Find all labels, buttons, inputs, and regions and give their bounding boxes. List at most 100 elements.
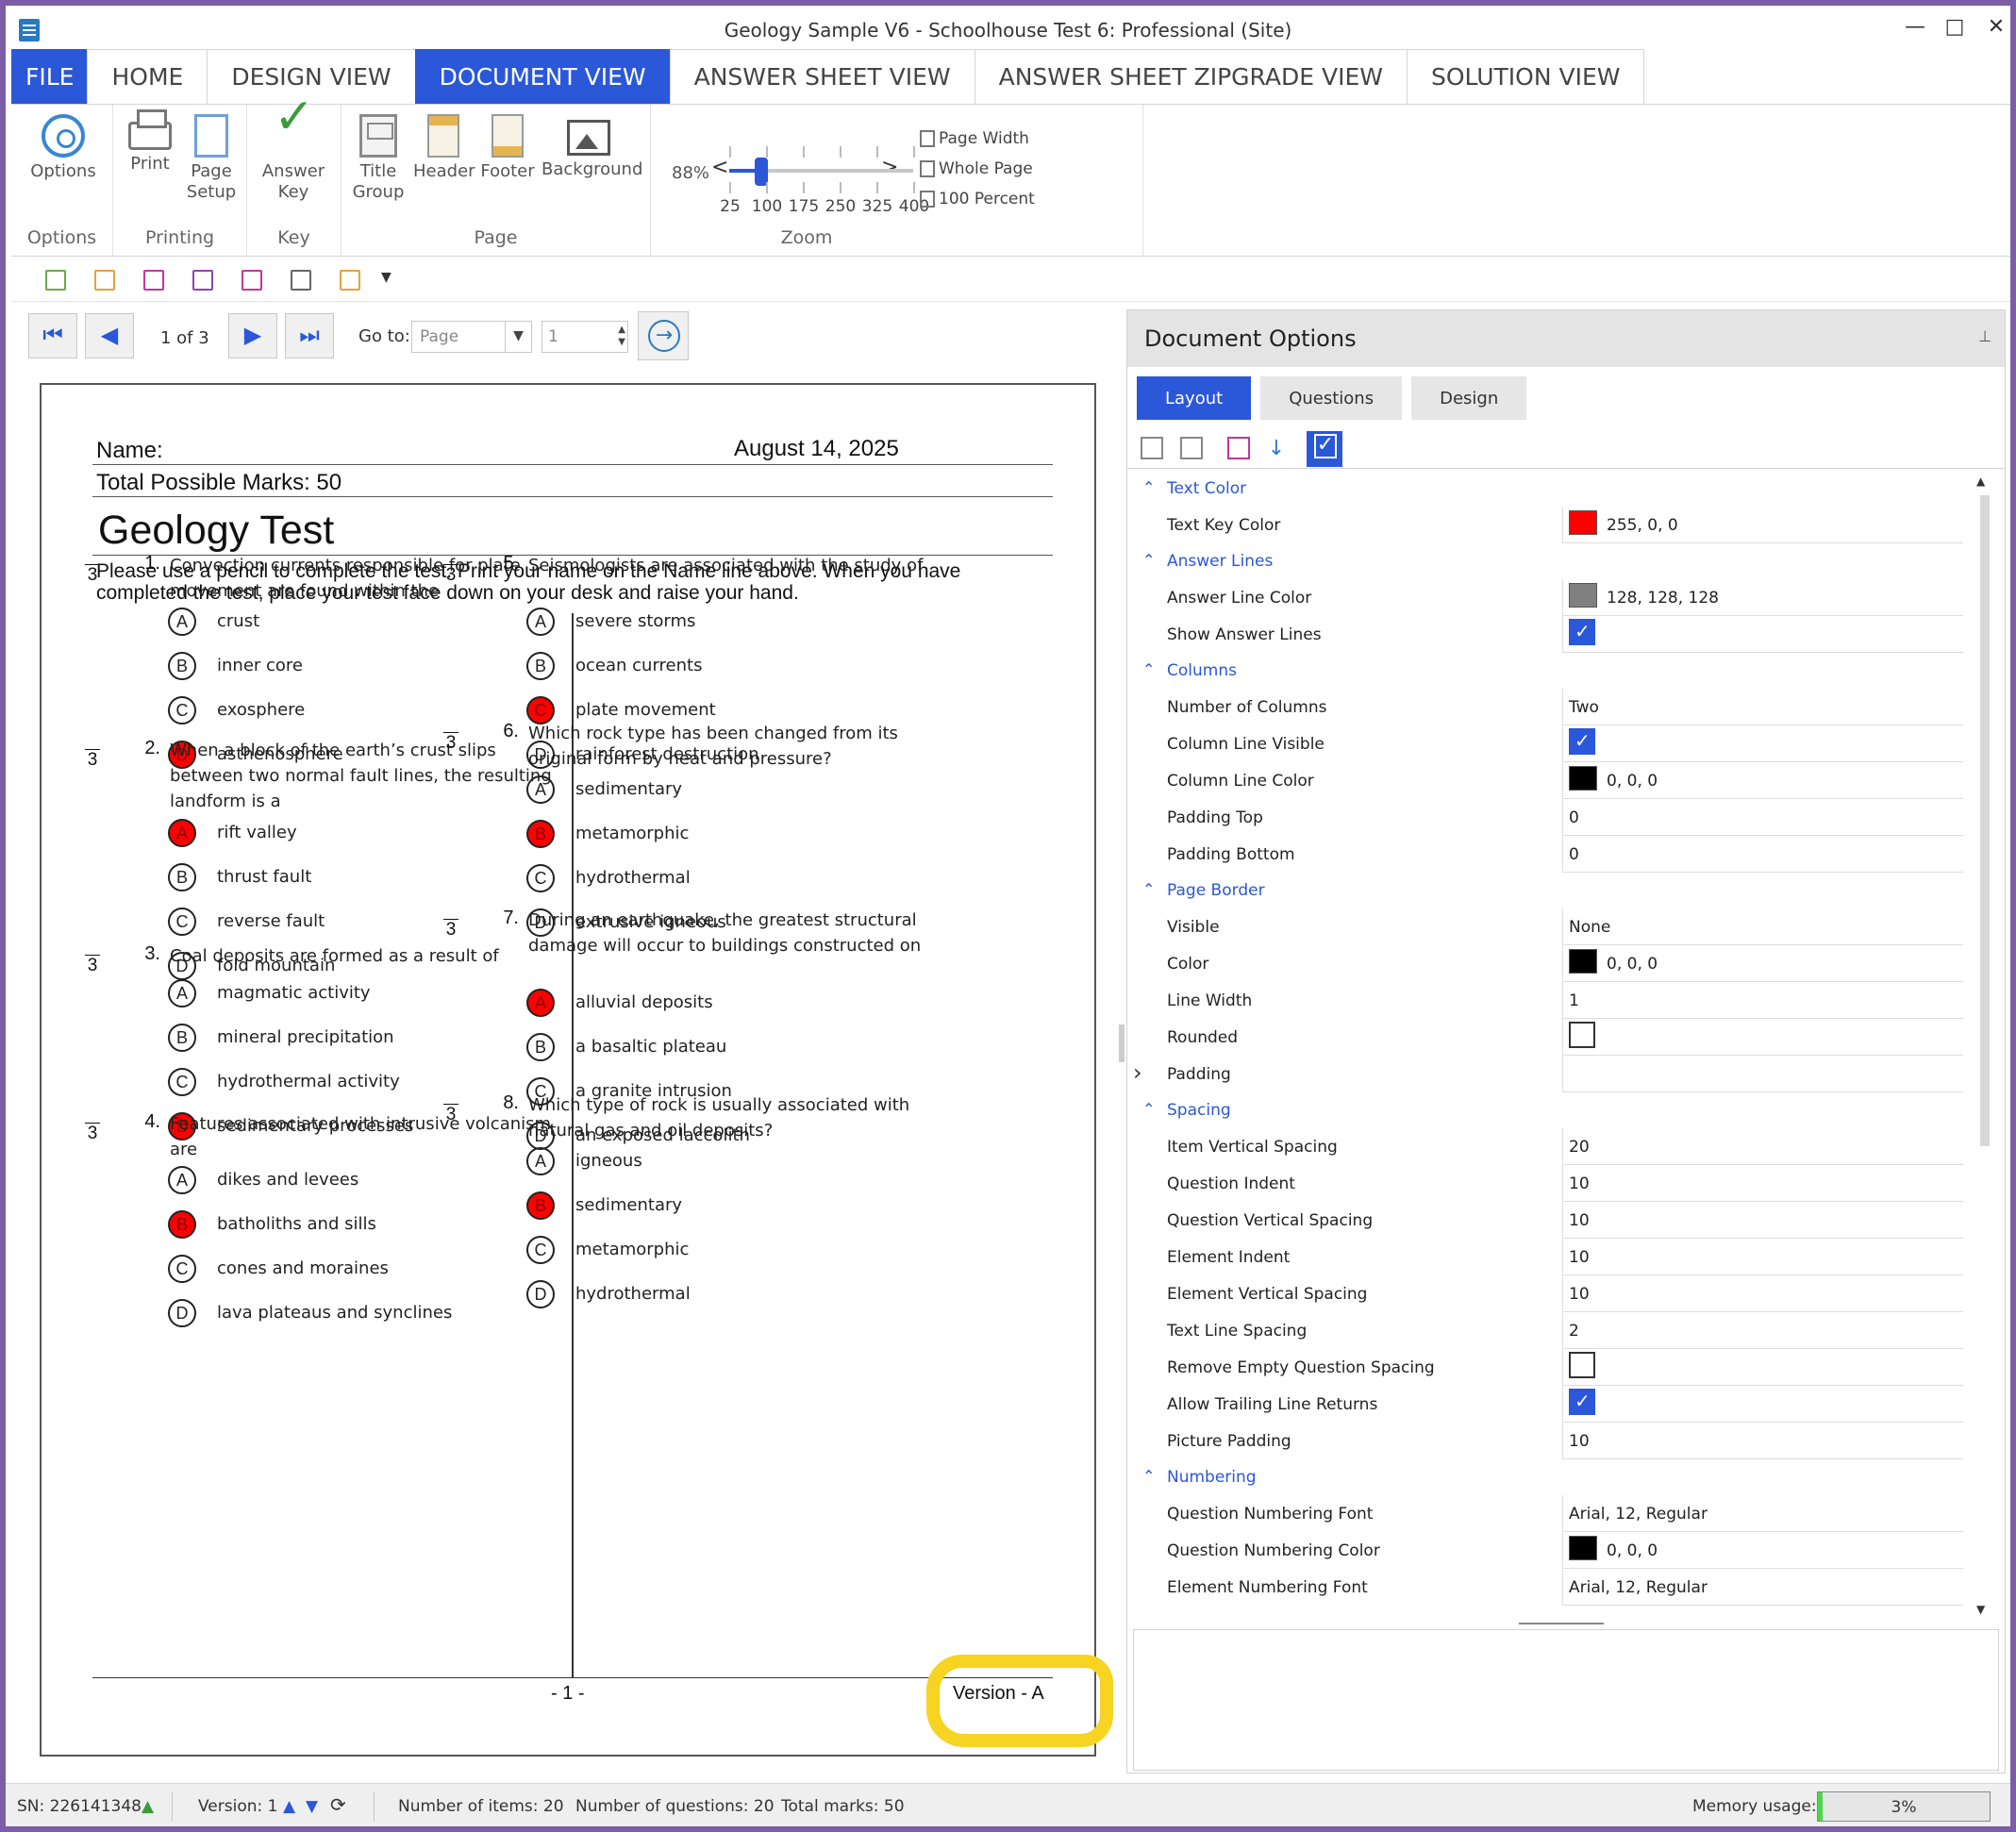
property-row[interactable]: Picture Padding 10 [1163, 1423, 1963, 1459]
scroll-up-icon[interactable]: ▲ [1976, 475, 1985, 488]
options-button[interactable]: Options [30, 114, 96, 182]
property-checkbox[interactable] [1569, 619, 1595, 645]
footer-button[interactable]: Footer [479, 114, 536, 182]
chevron-up-icon[interactable]: ⌃ [1142, 1100, 1155, 1118]
property-value[interactable]: 0 [1565, 799, 1961, 836]
page-setup-button[interactable]: Page Setup [183, 114, 240, 203]
pane-splitter[interactable] [1119, 1024, 1125, 1062]
property-row[interactable]: Question Indent 10 [1163, 1165, 1963, 1202]
property-category[interactable]: ⌃ Numbering [1133, 1459, 1982, 1495]
property-row[interactable]: Item Vertical Spacing 20 [1163, 1128, 1963, 1165]
version-up-icon[interactable]: ▲ [283, 1797, 295, 1816]
property-value[interactable]: 10 [1565, 1202, 1961, 1239]
property-category[interactable]: ⌃ Answer Lines [1133, 543, 1982, 579]
header-button[interactable]: Header [413, 114, 475, 182]
panel-tab-layout[interactable]: Layout [1137, 376, 1252, 420]
property-row[interactable]: Element Vertical Spacing 10 [1163, 1275, 1963, 1312]
chevron-up-icon[interactable]: ⌃ [1142, 478, 1155, 496]
panel-tab-questions[interactable]: Questions [1260, 376, 1403, 420]
color-swatch[interactable] [1569, 949, 1597, 974]
property-row[interactable]: Column Line Color 0, 0, 0 [1163, 762, 1963, 799]
property-value[interactable]: 10 [1565, 1239, 1961, 1275]
goto-type-select[interactable]: Page ▼ [411, 321, 532, 353]
categorized-view-icon[interactable] [1141, 437, 1163, 459]
property-checkbox[interactable] [1569, 728, 1595, 755]
page-width-button[interactable]: Page Width [920, 129, 1029, 148]
property-category[interactable]: ⌃ Columns [1133, 653, 1982, 689]
chevron-down-icon[interactable]: ▼ [505, 322, 531, 352]
property-row[interactable]: Question Numbering Color 0, 0, 0 [1163, 1532, 1963, 1569]
apply-checkbox-icon[interactable] [1307, 431, 1342, 467]
alphabetical-view-icon[interactable] [1180, 437, 1203, 459]
last-page-button[interactable]: ⏭ [285, 313, 334, 358]
property-checkbox[interactable] [1569, 1389, 1595, 1415]
first-page-button[interactable]: ⏮ [28, 313, 77, 358]
property-grid-scrollbar[interactable]: ▲ ▼ [1976, 471, 1993, 1618]
hundred-percent-button[interactable]: 100 Percent [920, 190, 1035, 208]
property-value[interactable]: 2 [1565, 1312, 1961, 1349]
panel-tab-design[interactable]: Design [1411, 376, 1527, 420]
property-value[interactable] [1565, 616, 1961, 653]
property-row[interactable]: Text Line Spacing 2 [1163, 1312, 1963, 1349]
property-row[interactable]: Remove Empty Question Spacing [1163, 1349, 1963, 1386]
property-value[interactable] [1565, 1386, 1961, 1423]
chevron-up-icon[interactable]: ⌃ [1142, 1467, 1155, 1485]
maximize-button[interactable]: □ [1936, 15, 1974, 39]
property-row[interactable]: Line Width 1 [1163, 982, 1963, 1019]
property-checkbox[interactable] [1569, 1352, 1595, 1378]
tab-home[interactable]: HOME [87, 49, 208, 104]
triangle-up-icon[interactable]: ▲ [142, 1797, 154, 1816]
tab-answer-sheet-view[interactable]: ANSWER SHEET VIEW [669, 49, 975, 104]
property-value[interactable]: 10 [1565, 1275, 1961, 1312]
property-row[interactable]: Rounded [1163, 1019, 1963, 1056]
open-folder-icon[interactable] [94, 270, 115, 291]
answer-key-button[interactable]: Answer Key [260, 107, 326, 203]
property-row[interactable]: Number of Columns Two [1163, 689, 1963, 725]
version-down-icon[interactable]: ▼ [306, 1797, 318, 1816]
chevron-up-icon[interactable]: ⌃ [1142, 880, 1155, 898]
property-value[interactable] [1565, 725, 1961, 762]
property-row[interactable]: Element Numbering Font Arial, 12, Regular [1163, 1569, 1963, 1606]
tab-answer-sheet-zipgrade-view[interactable]: ANSWER SHEET ZIPGRADE VIEW [974, 49, 1408, 104]
print-icon[interactable] [291, 270, 311, 291]
property-row[interactable]: Color 0, 0, 0 [1163, 945, 1963, 982]
property-value[interactable]: 255, 0, 0 [1565, 507, 1961, 543]
property-category[interactable]: ⌃ Spacing [1133, 1092, 1982, 1128]
goto-number-input[interactable]: 1 ▲ ▼ [541, 321, 628, 353]
document-canvas[interactable]: Name: August 14, 2025 Total Possible Mar… [21, 368, 1115, 1774]
color-swatch[interactable] [1569, 583, 1597, 608]
property-value[interactable]: None [1565, 908, 1961, 945]
tab-file[interactable]: FILE [11, 49, 89, 104]
pin-icon[interactable]: ⊥ [1978, 327, 1991, 345]
zoom-out-button[interactable]: < [711, 156, 728, 179]
property-value[interactable]: 128, 128, 128 [1565, 579, 1961, 616]
property-category[interactable]: ⌃ Page Border [1133, 873, 1982, 908]
scroll-down-icon[interactable]: ▼ [1976, 1603, 1985, 1616]
property-value[interactable] [1565, 1056, 1961, 1092]
property-value[interactable] [1565, 1349, 1961, 1386]
property-value[interactable]: 0 [1565, 836, 1961, 873]
go-button[interactable]: → [638, 311, 689, 360]
save-icon[interactable] [143, 270, 164, 291]
property-value[interactable]: 0, 0, 0 [1565, 762, 1961, 799]
property-value[interactable]: Arial, 12, Regular [1565, 1569, 1961, 1606]
export-icon[interactable] [340, 270, 360, 291]
save-as-icon[interactable] [192, 270, 213, 291]
property-value[interactable]: 10 [1565, 1423, 1961, 1459]
property-row[interactable]: Answer Line Color 128, 128, 128 [1163, 579, 1963, 616]
new-file-icon[interactable] [45, 270, 66, 291]
refresh-icon[interactable]: ⟳ [330, 1793, 346, 1816]
property-row[interactable]: Allow Trailing Line Returns [1163, 1386, 1963, 1423]
save-all-icon[interactable] [242, 270, 262, 291]
zoom-in-button[interactable]: > [881, 156, 898, 179]
whole-page-button[interactable]: Whole Page [920, 159, 1033, 178]
property-row[interactable]: Show Answer Lines [1163, 616, 1963, 653]
tab-solution-view[interactable]: SOLUTION VIEW [1406, 49, 1645, 104]
arrow-down-icon[interactable]: ↓ [1265, 437, 1288, 460]
title-group-button[interactable]: Title Group [349, 114, 408, 203]
color-swatch[interactable] [1569, 1536, 1597, 1560]
property-row[interactable]: Question Numbering Font Arial, 12, Regula… [1163, 1495, 1963, 1532]
chevron-right-icon[interactable]: › [1133, 1059, 1142, 1086]
property-category[interactable]: ⌃ Text Color [1133, 471, 1982, 507]
spinner-icon[interactable]: ▲ ▼ [618, 324, 625, 348]
